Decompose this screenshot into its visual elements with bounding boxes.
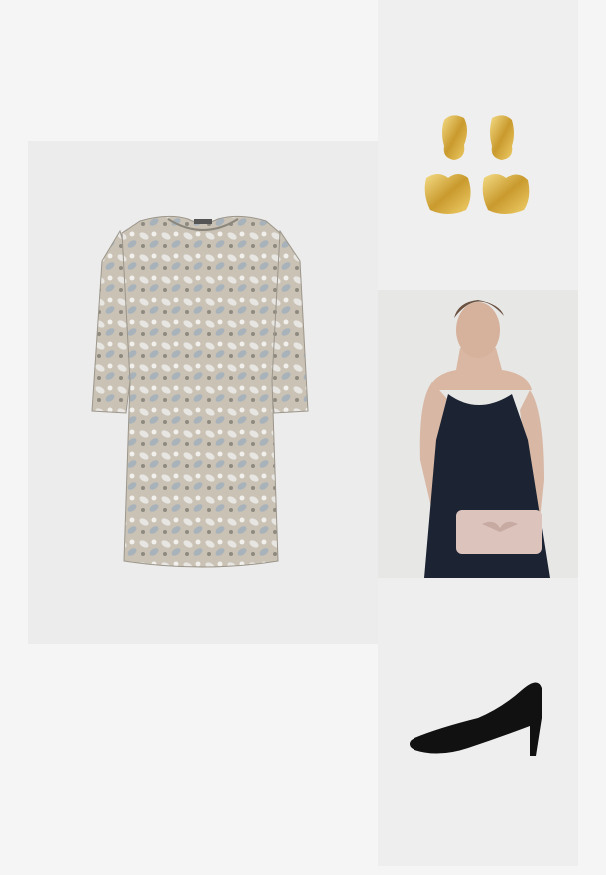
earrings-product-tile[interactable] bbox=[378, 0, 578, 290]
dress-icon bbox=[91, 215, 309, 568]
model-outfit-tile[interactable] bbox=[378, 290, 578, 578]
shoe-icon bbox=[410, 682, 542, 756]
model-photo-icon bbox=[419, 300, 550, 578]
dress-product-tile[interactable] bbox=[28, 141, 378, 644]
empty-canvas-area bbox=[0, 0, 378, 141]
shoe-product-tile[interactable] bbox=[378, 578, 578, 866]
earrings-icon bbox=[424, 115, 530, 214]
